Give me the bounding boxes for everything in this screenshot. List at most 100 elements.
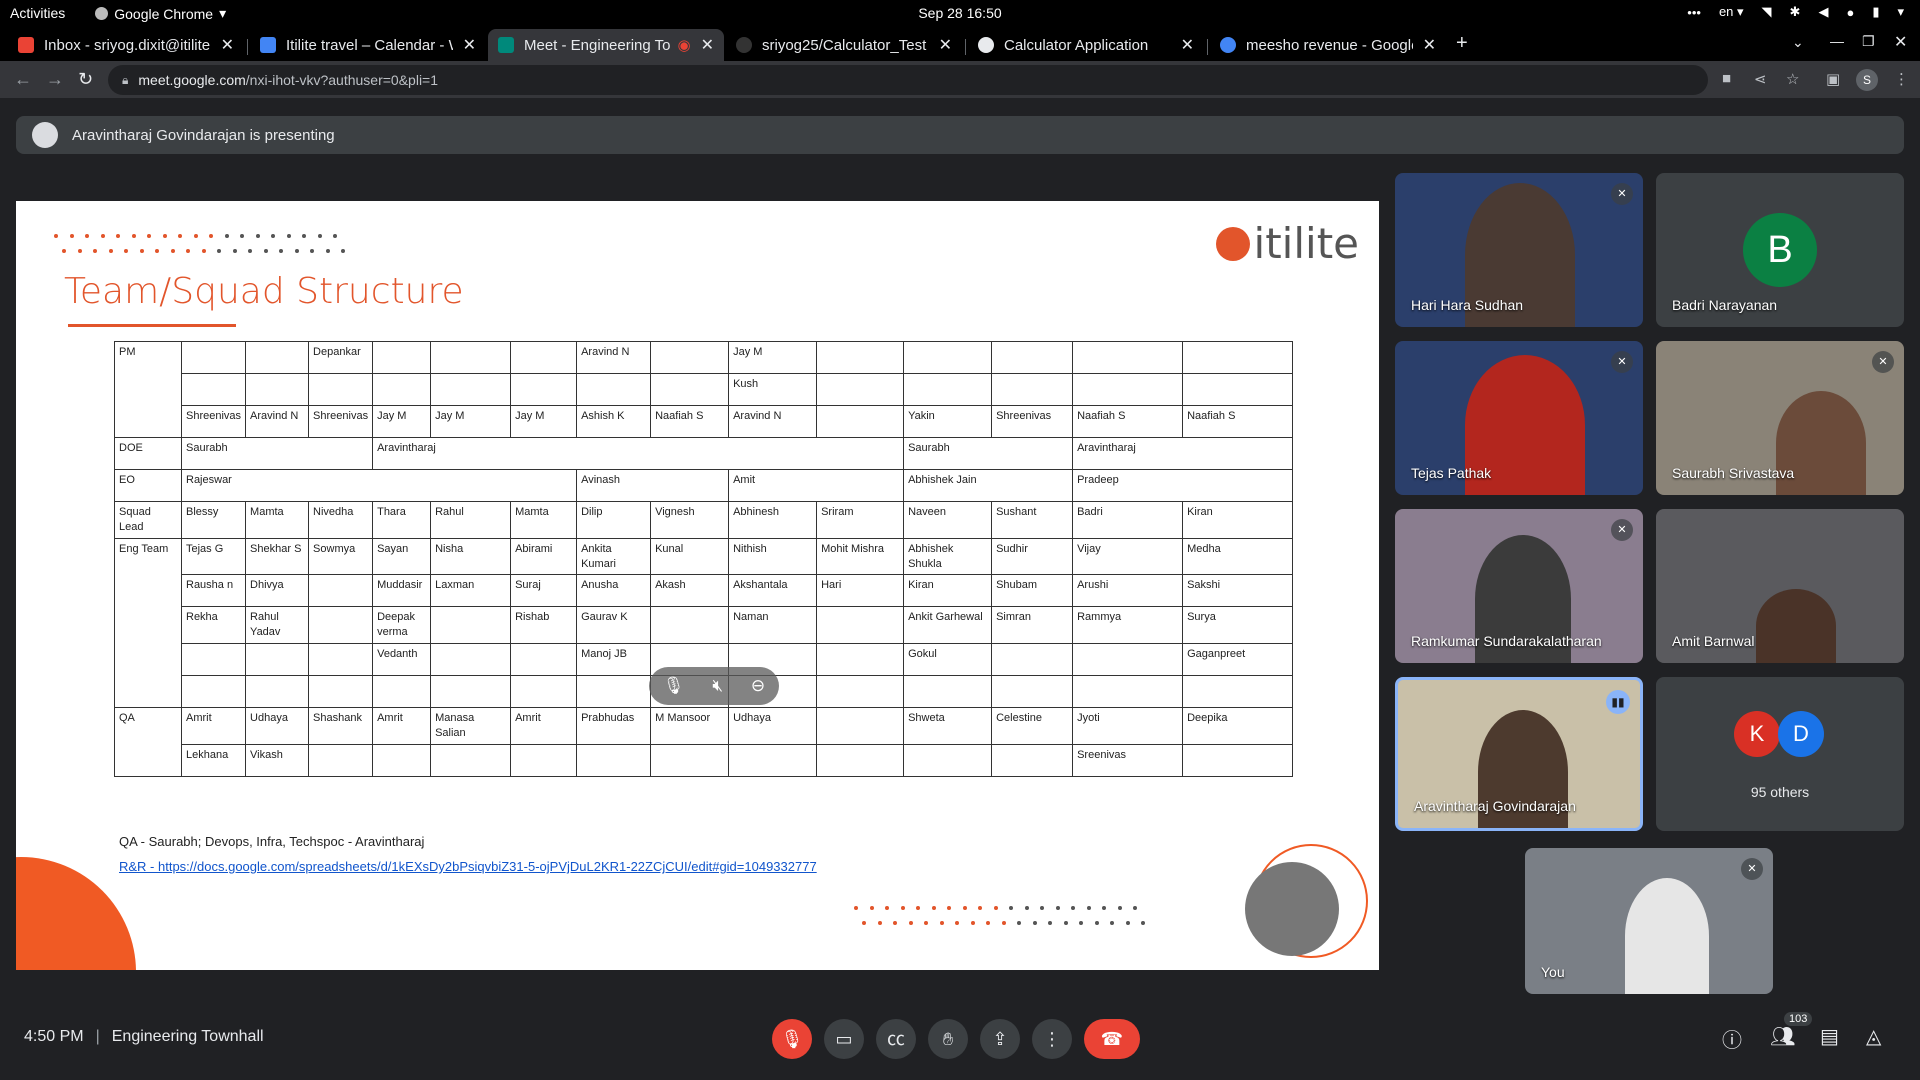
close-tab-icon[interactable]: ✕ <box>1181 35 1194 55</box>
table-cell <box>430 743 512 777</box>
volume-icon[interactable]: ◀ <box>1818 4 1828 20</box>
tab-meet[interactable]: Meet - Engineering To ◉ ✕ <box>488 29 724 61</box>
minimize-icon[interactable]: — <box>1830 33 1844 49</box>
table-cell <box>1182 373 1294 406</box>
table-cell <box>816 743 905 777</box>
camera-in-use-icon[interactable]: ■ <box>1722 70 1731 87</box>
table-cell: Saurabh <box>180 437 374 470</box>
participant-tile-speaking[interactable]: ▮▮ Aravintharaj Govindarajan <box>1395 677 1643 831</box>
table-cell: Manasa Salian <box>430 707 512 745</box>
system-clock[interactable]: Sep 28 16:50 <box>0 5 1920 21</box>
close-window-icon[interactable]: ✕ <box>1894 32 1907 52</box>
table-cell <box>650 341 730 374</box>
participant-video <box>1625 878 1709 994</box>
participant-tile[interactable]: ✕ Saurabh Srivastava <box>1656 341 1904 495</box>
reload-icon[interactable]: ↻ <box>78 69 93 90</box>
activities-icon[interactable]: ◬ <box>1866 1024 1881 1049</box>
close-tab-icon[interactable]: ✕ <box>1423 35 1436 55</box>
camera-button[interactable]: ▭ <box>824 1019 864 1059</box>
tab-inbox[interactable]: Inbox - sriyog.dixit@itilite ✕ <box>8 29 244 61</box>
participant-tile[interactable]: ✕ Tejas Pathak <box>1395 341 1643 495</box>
address-bar[interactable]: 🔒︎ meet.google.com /nxi-ihot-vkv?authuse… <box>108 65 1708 95</box>
table-cell <box>372 743 432 777</box>
profile-avatar[interactable]: S <box>1856 69 1878 91</box>
table-cell <box>430 373 512 406</box>
tab-google-search[interactable]: meesho revenue - Google ✕ <box>1210 29 1446 61</box>
people-icon[interactable]: 👥︎ <box>1770 1024 1795 1049</box>
browser-toolbar: ← → ↻ 🔒︎ meet.google.com /nxi-ihot-vkv?a… <box>0 61 1920 98</box>
captions-button[interactable]: ㏄ <box>876 1019 916 1059</box>
table-cell: Surya <box>1182 606 1294 645</box>
table-cell: Deepak verma <box>372 606 432 645</box>
table-cell: Aravind N <box>728 405 818 438</box>
participant-tile[interactable]: ✕ Hari Hara Sudhan <box>1395 173 1643 327</box>
participant-tile[interactable]: ✕ Ramkumar Sundarakalatharan <box>1395 509 1643 663</box>
bookmark-star-icon[interactable]: ☆ <box>1786 70 1799 88</box>
mic-icon[interactable]: ● <box>1846 5 1854 20</box>
table-cell: Ankita Kumari <box>576 537 652 576</box>
rr-spreadsheet-link[interactable]: R&R - https://docs.google.com/spreadshee… <box>119 859 817 874</box>
eo-row: EO Rajeswar Avinash Amit Abhishek Jain Pradee… <box>114 469 1294 502</box>
tab-title: Calculator Application <box>1004 36 1149 54</box>
table-cell: Anusha <box>576 574 652 608</box>
participant-tile[interactable]: Amit Barnwal <box>1656 509 1904 663</box>
row-label: Eng Team <box>114 537 182 709</box>
decor-corner-shape <box>16 857 136 970</box>
lock-icon[interactable]: 🔒︎ <box>122 73 128 88</box>
tab-github[interactable]: sriyog25/Calculator_Test ✕ <box>726 29 962 61</box>
table-cell: Mamta <box>245 501 310 539</box>
chat-icon[interactable]: ▤ <box>1820 1024 1839 1049</box>
table-cell <box>728 743 818 777</box>
others-tile[interactable]: K D 95 others <box>1656 677 1904 831</box>
share-icon[interactable]: ⋖ <box>1754 70 1767 88</box>
close-tab-icon[interactable]: ✕ <box>221 35 234 55</box>
table-cell: Shubam <box>991 574 1074 608</box>
participant-tile[interactable]: B Badri Narayanan <box>1656 173 1904 327</box>
wifi-icon[interactable]: ◥ <box>1762 4 1772 20</box>
table-cell: Medha <box>1182 537 1294 576</box>
table-cell <box>245 675 310 709</box>
info-icon[interactable]: ⓘ <box>1722 1024 1742 1053</box>
new-tab-button[interactable]: + <box>1456 32 1468 55</box>
slide-title: Team/Squad Structure <box>64 271 464 312</box>
table-cell: Manoj JB <box>576 643 652 677</box>
bluetooth-icon[interactable]: ✱ <box>1790 4 1801 20</box>
close-tab-icon[interactable]: ✕ <box>463 35 476 55</box>
mute-overlay-icon[interactable]: 🎙︎ <box>663 676 685 696</box>
table-cell: Rishab <box>510 606 578 645</box>
close-tab-icon[interactable]: ✕ <box>701 35 714 55</box>
power-menu-icon[interactable]: ▾ <box>1897 4 1904 20</box>
side-panel-icon[interactable]: ▣ <box>1826 70 1840 88</box>
volume-off-icon[interactable]: 🔇︎ <box>712 676 723 696</box>
decor-dots-bottom <box>854 906 1137 910</box>
remove-icon[interactable]: ⊖ <box>751 676 765 696</box>
meet-icon <box>498 37 514 53</box>
restore-icon[interactable]: ❐ <box>1862 33 1875 50</box>
language-indicator[interactable]: en ▾ <box>1719 4 1744 20</box>
participant-name: Hari Hara Sudhan <box>1411 297 1524 313</box>
more-icon[interactable]: ••• <box>1687 5 1701 20</box>
mic-off-button[interactable]: 🎙︎ <box>772 1019 812 1059</box>
tab-calendar[interactable]: Itilite travel – Calendar - W ✕ <box>250 29 486 61</box>
close-tab-icon[interactable]: ✕ <box>939 35 952 55</box>
present-button[interactable]: ⇪ <box>980 1019 1020 1059</box>
tab-search-icon[interactable]: ⌄ <box>1792 34 1804 51</box>
meet-window: Aravintharaj Govindarajan is presenting … <box>0 98 1920 1080</box>
table-cell: Amrit <box>372 707 432 745</box>
table-cell: Sowmya <box>308 537 374 576</box>
raise-hand-button[interactable]: ✋︎ <box>928 1019 968 1059</box>
tab-calculator[interactable]: Calculator Application ✕ <box>968 29 1204 61</box>
table-cell: Akshantala <box>728 574 818 608</box>
chrome-menu-icon[interactable]: ⋮ <box>1894 70 1909 88</box>
self-view-tile[interactable]: ✕ You <box>1525 848 1773 994</box>
back-arrow-icon[interactable]: ← <box>14 69 32 90</box>
more-options-button[interactable]: ⋮ <box>1032 1019 1072 1059</box>
forward-arrow-icon[interactable]: → <box>46 69 64 90</box>
gmail-icon <box>18 37 34 53</box>
table-cell <box>650 743 730 777</box>
leave-call-button[interactable]: ☎︎ <box>1084 1019 1140 1059</box>
table-cell: Ankit Garhewal <box>903 606 993 645</box>
table-cell <box>816 707 905 745</box>
table-cell: Nithish <box>728 537 818 576</box>
battery-icon[interactable]: ▮ <box>1872 4 1879 20</box>
